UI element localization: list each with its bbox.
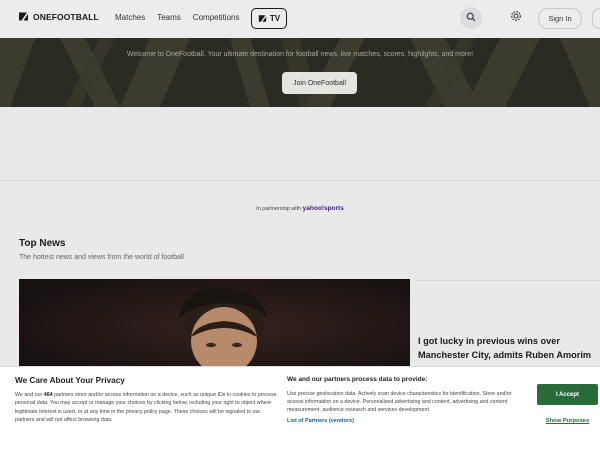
nav-item-competitions[interactable]: Competitions xyxy=(193,13,240,22)
welcome-tagline: Welcome to OneFootball. Your ultimate de… xyxy=(126,51,474,58)
purposes-body: Use precise geolocation data. Actively s… xyxy=(287,391,512,414)
top-news-subtitle: The hottest news and views from the worl… xyxy=(19,254,184,261)
show-purposes-button[interactable]: Show Purposes xyxy=(537,418,598,424)
menu-button[interactable] xyxy=(592,8,600,29)
list-of-partners-link[interactable]: List of Partners (vendors) xyxy=(287,418,522,424)
news-photo xyxy=(19,279,410,374)
section-divider xyxy=(0,180,600,181)
search-icon xyxy=(466,9,476,27)
settings-button[interactable] xyxy=(506,8,526,28)
partnership-prefix: In partnership with xyxy=(256,206,302,212)
headline-divider xyxy=(415,280,600,281)
sign-in-button[interactable]: Sign In xyxy=(538,8,582,29)
join-onefootball-button[interactable]: Join OneFootball xyxy=(282,72,357,94)
onefootball-tv-button[interactable]: TV xyxy=(251,8,287,29)
logo-text: ONEFOOTBALL xyxy=(33,11,99,22)
accept-button[interactable]: I Accept xyxy=(537,384,598,405)
yahoo-sports-logo[interactable]: yahoo!sports xyxy=(303,205,344,212)
consent-purposes: We and our partners process data to prov… xyxy=(287,376,522,424)
tv-label: TV xyxy=(269,14,281,23)
welcome-banner: Welcome to OneFootball. Your ultimate de… xyxy=(0,38,600,107)
partner-count: 464 xyxy=(43,392,53,398)
news-headline[interactable]: I got lucky in previous wins over Manche… xyxy=(418,335,600,362)
onefootball-tv-icon xyxy=(258,10,267,28)
top-news-heading: Top News xyxy=(19,238,66,249)
privacy-consent-banner: We Care About Your Privacy We and our 46… xyxy=(0,366,600,450)
news-image[interactable] xyxy=(19,279,410,374)
consent-title: We Care About Your Privacy xyxy=(15,376,125,385)
main-nav: Matches Teams Competitions xyxy=(115,13,239,22)
onefootball-logo[interactable]: ONEFOOTBALL xyxy=(18,11,99,22)
gear-icon xyxy=(510,9,522,27)
nav-item-teams[interactable]: Teams xyxy=(157,13,181,22)
site-header: ONEFOOTBALL Matches Teams Competitions T… xyxy=(0,0,600,38)
search-button[interactable] xyxy=(460,7,482,29)
purposes-title: We and our partners process data to prov… xyxy=(287,376,428,383)
onefootball-logo-icon xyxy=(18,11,29,22)
consent-intro: We Care About Your Privacy We and our 46… xyxy=(15,376,277,424)
consent-body: We and our 464 partners store and/or acc… xyxy=(15,392,277,423)
nav-item-matches[interactable]: Matches xyxy=(115,13,145,22)
partnership-line: In partnership with yahoo!sports xyxy=(0,205,600,212)
